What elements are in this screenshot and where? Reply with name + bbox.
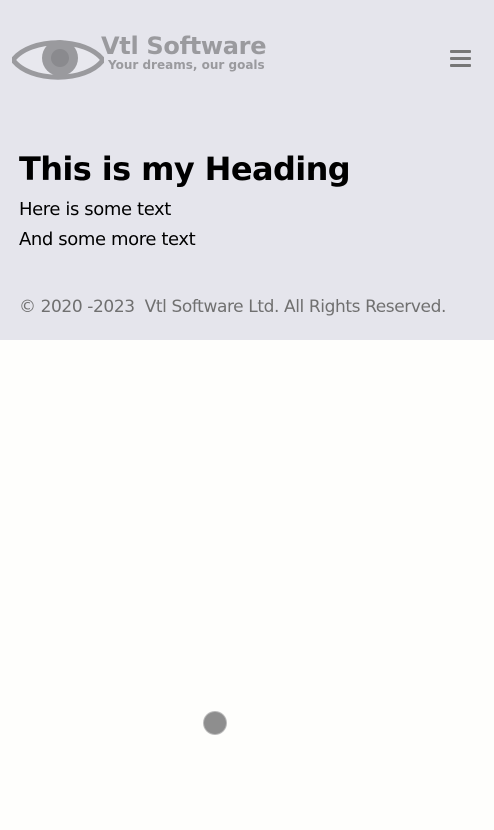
body-text-2: And some more text bbox=[19, 229, 196, 250]
page-heading: This is my Heading bbox=[19, 150, 351, 188]
header-section: Vtl Software Your dreams, our goals This… bbox=[0, 0, 494, 340]
loading-dot-icon bbox=[204, 712, 226, 734]
body-text-1: Here is some text bbox=[19, 199, 171, 220]
brand-tagline: Your dreams, our goals bbox=[108, 58, 265, 72]
hamburger-menu-icon[interactable] bbox=[448, 47, 474, 71]
eye-icon bbox=[9, 32, 107, 88]
copyright-text: © 2020 -2023 Vtl Software Ltd. All Right… bbox=[19, 297, 447, 317]
